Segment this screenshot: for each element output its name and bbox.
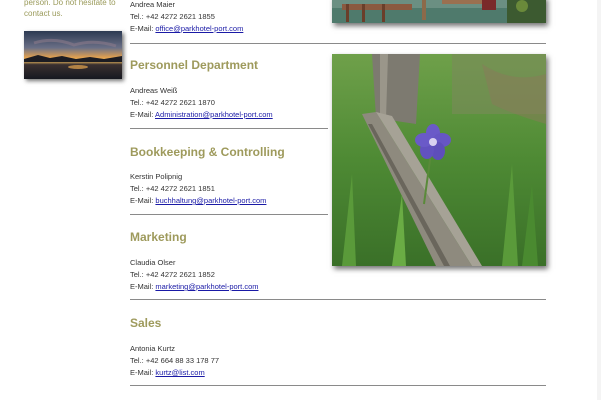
section-divider — [130, 385, 546, 386]
lake-dock-image — [332, 0, 546, 23]
contact-email-line: E-Mail: kurtz@list.com — [130, 367, 219, 379]
contact-email-line: E-Mail: Administration@parkhotel-port.co… — [130, 109, 273, 121]
sunset-lake-thumbnail[interactable] — [24, 31, 122, 79]
email-link[interactable]: kurtz@list.com — [155, 368, 204, 377]
section-heading-personnel: Personnel Department — [130, 58, 259, 72]
email-link[interactable]: Administration@parkhotel-port.com — [155, 110, 273, 119]
contact-phone: Tel.: +42 4272 2621 1870 — [130, 98, 215, 107]
contact-name: Andrea Maier — [130, 0, 176, 9]
page: person. Do not hesitate to contact us. A — [0, 0, 601, 400]
sales-contact: Antonia Kurtz Tel.: +42 664 88 33 178 77… — [130, 343, 219, 379]
email-link[interactable]: buchhaltung@parkhotel-port.com — [155, 196, 266, 205]
lake-dock-photo[interactable] — [332, 0, 546, 23]
flower-fence-image — [332, 54, 546, 266]
contact-phone: Tel.: +42 4272 2621 1851 — [130, 184, 215, 193]
email-label: E-Mail: — [130, 110, 156, 119]
reception-contact: Andrea Maier Tel.: +42 4272 2621 1855 E-… — [130, 0, 243, 35]
section-divider — [130, 214, 328, 215]
contact-name: Claudia Olser — [130, 258, 176, 267]
contact-email-line: E-Mail: office@parkhotel-port.com — [130, 23, 243, 35]
sunset-lake-image — [24, 31, 122, 79]
contact-phone: Tel.: +42 4272 2621 1852 — [130, 270, 215, 279]
contact-phone: Tel.: +42 4272 2621 1855 — [130, 12, 215, 21]
contact-phone: Tel.: +42 664 88 33 178 77 — [130, 356, 220, 365]
email-label: E-Mail: — [130, 368, 156, 377]
page-scroll-edge[interactable] — [597, 0, 601, 400]
section-heading-marketing: Marketing — [130, 230, 187, 244]
personnel-contact: Andreas Weiß Tel.: +42 4272 2621 1870 E-… — [130, 85, 273, 121]
contact-name: Kerstin Polipnig — [130, 172, 183, 181]
section-divider — [130, 43, 546, 44]
email-label: E-Mail: — [130, 196, 156, 205]
contact-name: Antonia Kurtz — [130, 344, 176, 353]
sidebar-intro-line: person. Do not hesitate to — [24, 0, 116, 7]
contact-email-line: E-Mail: marketing@parkhotel-port.com — [130, 281, 259, 293]
section-divider — [130, 299, 546, 300]
email-link[interactable]: office@parkhotel-port.com — [155, 24, 243, 33]
bookkeeping-contact: Kerstin Polipnig Tel.: +42 4272 2621 185… — [130, 171, 266, 207]
section-heading-sales: Sales — [130, 316, 162, 330]
section-divider — [130, 128, 328, 129]
email-label: E-Mail: — [130, 282, 156, 291]
marketing-contact: Claudia Olser Tel.: +42 4272 2621 1852 E… — [130, 257, 259, 293]
sidebar-intro-line: contact us. — [24, 9, 63, 18]
email-label: E-Mail: — [130, 24, 156, 33]
contact-name: Andreas Weiß — [130, 86, 178, 95]
contact-email-line: E-Mail: buchhaltung@parkhotel-port.com — [130, 195, 266, 207]
sidebar-intro-text: person. Do not hesitate to contact us. — [24, 0, 124, 19]
section-heading-bookkeeping: Bookkeeping & Controlling — [130, 145, 285, 159]
flower-fence-photo[interactable] — [332, 54, 546, 266]
email-link[interactable]: marketing@parkhotel-port.com — [155, 282, 258, 291]
